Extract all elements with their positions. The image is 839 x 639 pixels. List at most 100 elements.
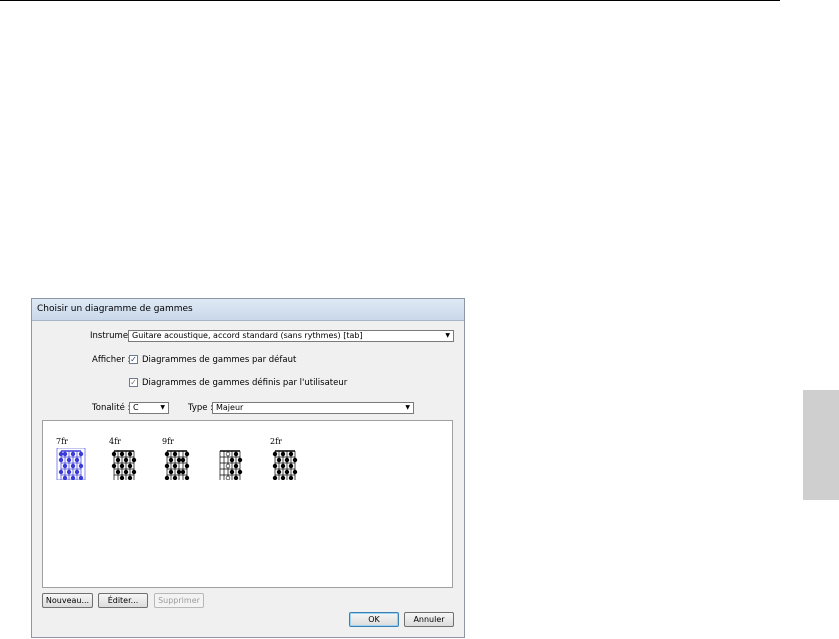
diagram-note-dot: [168, 457, 174, 463]
diagram-note-dot: [70, 475, 76, 480]
diagram-note-dot: [74, 469, 80, 475]
type-value: Majeur: [216, 403, 244, 412]
default-diagrams-label: Diagrammes de gammes par défaut: [142, 355, 297, 365]
diagram-note-dot: [70, 451, 76, 457]
diagram-note-dot: [74, 457, 80, 463]
new-button[interactable]: Nouveau...: [42, 593, 93, 608]
scale-diagram-3[interactable]: 9fr: [162, 437, 202, 485]
diagram-note-dot: [164, 451, 170, 457]
diagram-grid-3: [164, 450, 190, 480]
diagram-note-dot: [237, 469, 243, 475]
diagram-note-dot: [119, 475, 125, 480]
diagram-note-dot: [184, 475, 190, 480]
diagram-note-dot: [233, 463, 239, 469]
chevron-down-icon: ▼: [160, 404, 165, 411]
diagram-note-dot: [66, 469, 72, 475]
diagram-note-dot: [180, 469, 186, 475]
user-diagrams-label: Diagrammes de gammes définis par l'utili…: [142, 378, 348, 388]
diagram-note-dot: [127, 475, 133, 480]
fret-label-2: 4fr: [109, 437, 121, 446]
type-dropdown[interactable]: Majeur ▼: [212, 402, 414, 414]
page-top-rule: [0, 0, 780, 1]
diagram-note-dot: [233, 451, 239, 457]
diagram-note-dot: [229, 457, 235, 463]
diagram-note-dot: [62, 475, 68, 480]
diagram-note-dot: [180, 457, 186, 463]
diagram-list-panel: 7fr 4fr 9fr 2fr: [42, 420, 453, 588]
diagram-note-dot: [288, 475, 294, 480]
diagram-note-dot: [131, 457, 137, 463]
diagram-note-dot: [184, 463, 190, 469]
fret-label-3: 9fr: [162, 437, 174, 446]
diagram-note-dot: [58, 457, 64, 463]
diagram-note-dot: [115, 469, 121, 475]
delete-button[interactable]: Supprimer: [154, 593, 204, 608]
diagram-note-dot: [233, 475, 239, 480]
cancel-button[interactable]: Annuler: [404, 612, 454, 627]
diagram-note-dot: [184, 451, 190, 457]
fret-label-5: 2fr: [270, 437, 282, 446]
diagram-note-dot: [176, 469, 182, 475]
diagram-note-dot: [127, 451, 133, 457]
diagram-grid-2: [111, 450, 137, 480]
fret-label-1: 7fr: [56, 437, 68, 446]
diagram-note-dot: [58, 451, 64, 457]
diagram-note-dot: [284, 457, 290, 463]
diagram-note-dot: [119, 463, 125, 469]
tonalite-dropdown[interactable]: C ▼: [129, 402, 169, 414]
diagram-note-dot: [62, 451, 68, 457]
diagram-note-dot: [119, 451, 125, 457]
diagram-grid-4: [219, 450, 243, 480]
diagram-note-dot: [272, 463, 278, 469]
diagram-note-dot: [58, 469, 64, 475]
diagram-note-dot: [164, 463, 170, 469]
instrument-value: Guitare acoustique, accord standard (san…: [132, 331, 363, 340]
diagram-note-dot: [229, 469, 235, 475]
diagram-note-dot: [292, 457, 298, 463]
diagram-note-dot: [276, 457, 282, 463]
user-diagrams-checkbox[interactable]: ✓: [129, 378, 138, 387]
edit-button[interactable]: Éditer...: [98, 593, 148, 608]
page-side-tab: [803, 390, 839, 500]
scale-diagram-5[interactable]: 2fr: [270, 437, 310, 485]
default-diagrams-checkbox[interactable]: ✓: [129, 355, 138, 364]
ok-button[interactable]: OK: [349, 612, 399, 627]
diagram-note-dot: [272, 451, 278, 457]
chevron-down-icon: ▼: [445, 332, 450, 339]
diagram-note-dot: [115, 457, 121, 463]
diagram-note-dot: [123, 457, 129, 463]
diagram-note-dot: [78, 463, 84, 469]
diagram-note-dot: [62, 463, 68, 469]
diagram-note-dot: [168, 469, 174, 475]
diagram-note-dot: [276, 469, 282, 475]
scale-diagram-4[interactable]: [215, 437, 255, 485]
diagram-note-dot: [225, 463, 231, 469]
diagram-note-dot: [272, 475, 278, 480]
diagram-note-dot: [66, 457, 72, 463]
diagram-note-dot: [176, 457, 182, 463]
instrument-dropdown[interactable]: Guitare acoustique, accord standard (san…: [128, 330, 454, 342]
scale-diagram-1[interactable]: 7fr: [56, 437, 96, 485]
diagram-note-dot: [237, 457, 243, 463]
diagram-note-dot: [111, 463, 117, 469]
diagram-note-dot: [123, 469, 129, 475]
diagram-note-dot: [172, 475, 178, 480]
diagram-note-dot: [172, 451, 178, 457]
diagram-note-dot: [127, 463, 133, 469]
diagram-note-dot: [78, 451, 84, 457]
diagram-note-dot: [292, 469, 298, 475]
diagram-note-dot: [172, 463, 178, 469]
diagram-note-dot: [288, 451, 294, 457]
diagram-note-dot: [111, 451, 117, 457]
tonalite-value: C: [133, 403, 139, 412]
diagram-note-dot: [288, 463, 294, 469]
diagram-note-dot: [78, 475, 84, 480]
diagram-grid-1: [56, 448, 86, 480]
type-label: Type :: [188, 403, 214, 413]
scale-diagram-2[interactable]: 4fr: [109, 437, 149, 485]
diagram-note-dot: [131, 469, 137, 475]
diagram-note-dot: [284, 469, 290, 475]
diagram-grid-5: [272, 450, 298, 480]
tonalite-label: Tonalité :: [92, 403, 131, 413]
diagram-note-dot: [225, 451, 231, 457]
